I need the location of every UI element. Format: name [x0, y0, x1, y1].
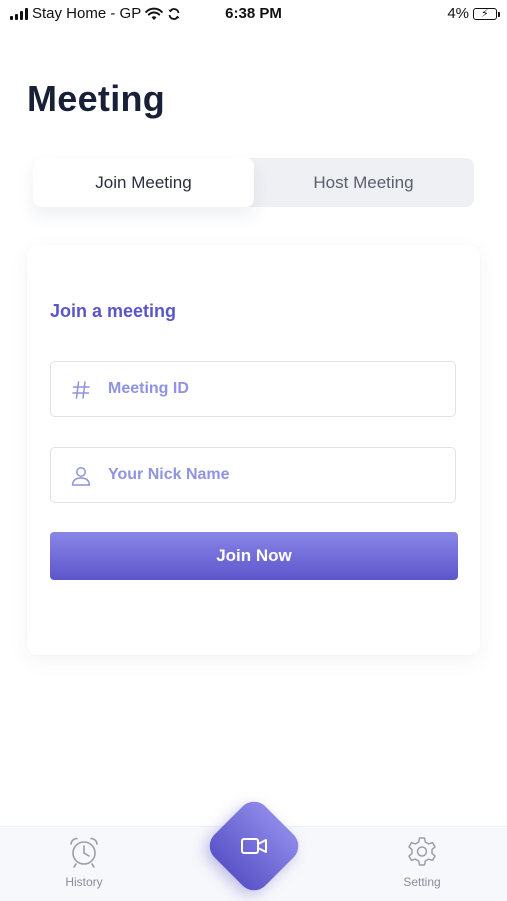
nav-setting-label: Setting: [403, 875, 441, 889]
join-form-title: Join a meeting: [50, 301, 177, 321]
gear-icon: [408, 837, 436, 866]
video-camera-icon: [241, 838, 267, 854]
status-right: 4% ⚡: [447, 5, 500, 22]
user-icon: [69, 464, 93, 488]
join-meeting-card: Join a meeting Join Now: [27, 245, 480, 655]
tab-join-meeting[interactable]: Join Meeting: [33, 158, 254, 207]
hash-icon: [69, 378, 93, 402]
tab-host-meeting[interactable]: Host Meeting: [253, 158, 474, 207]
page-title: Meeting: [27, 78, 166, 119]
battery-percent: 4%: [447, 5, 469, 22]
nav-setting[interactable]: Setting: [377, 835, 467, 889]
join-now-button[interactable]: Join Now: [50, 532, 458, 580]
status-time: 6:38 PM: [225, 5, 282, 22]
meeting-id-input[interactable]: [108, 362, 438, 416]
alarm-clock-icon: [70, 837, 98, 868]
meeting-mode-tabs: Join Meeting Host Meeting: [33, 158, 474, 207]
nickname-input[interactable]: [108, 448, 438, 502]
nav-history[interactable]: History: [39, 835, 129, 889]
meeting-id-field[interactable]: [50, 361, 456, 417]
nav-history-label: History: [65, 875, 103, 889]
battery-icon: ⚡: [473, 7, 500, 20]
nickname-field[interactable]: [50, 447, 456, 503]
status-bar: Stay Home - GP 6:38 PM 4% ⚡: [0, 0, 507, 30]
